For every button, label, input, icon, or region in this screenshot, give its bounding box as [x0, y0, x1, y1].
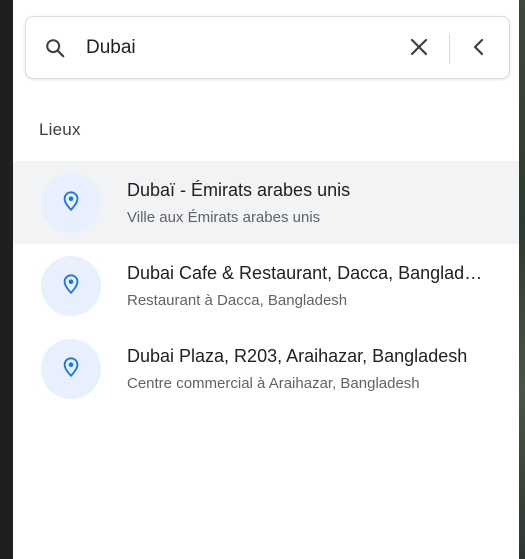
pin-badge	[41, 256, 101, 316]
chevron-left-icon	[469, 37, 489, 62]
result-title: Dubai Plaza, R203, Araihazar, Bangladesh	[127, 346, 468, 366]
pin-badge	[41, 339, 101, 399]
result-subtitle: Restaurant à Dacca, Bangladesh	[127, 292, 348, 309]
map-background-edge	[519, 0, 525, 559]
search-box	[25, 16, 510, 79]
search-divider	[449, 33, 450, 64]
location-pin-icon	[60, 190, 82, 217]
window-left-edge	[0, 0, 13, 559]
search-panel: Lieux Dubaï - Émirats arabes unis Ville …	[13, 0, 519, 559]
clear-search-button[interactable]	[404, 34, 434, 64]
location-pin-icon	[60, 273, 82, 300]
close-icon	[409, 37, 429, 62]
pin-badge	[41, 173, 101, 233]
search-icon	[44, 37, 66, 59]
search-input[interactable]	[86, 31, 386, 65]
result-title: Dubai Cafe & Restaurant, Dacca, Banglade…	[127, 263, 487, 283]
result-subtitle: Centre commercial à Araihazar, Banglades…	[127, 375, 420, 392]
result-item[interactable]: Dubaï - Émirats arabes unis Ville aux Ém…	[13, 161, 519, 244]
back-button[interactable]	[464, 34, 494, 64]
result-item[interactable]: Dubai Cafe & Restaurant, Dacca, Banglade…	[13, 244, 519, 327]
result-subtitle: Ville aux Émirats arabes unis	[127, 209, 321, 226]
result-title: Dubaï - Émirats arabes unis	[127, 180, 351, 200]
section-title-places: Lieux	[39, 120, 81, 139]
location-pin-icon	[60, 356, 82, 383]
results-list: Dubaï - Émirats arabes unis Ville aux Ém…	[13, 161, 519, 410]
result-item[interactable]: Dubai Plaza, R203, Araihazar, Bangladesh…	[13, 327, 519, 410]
